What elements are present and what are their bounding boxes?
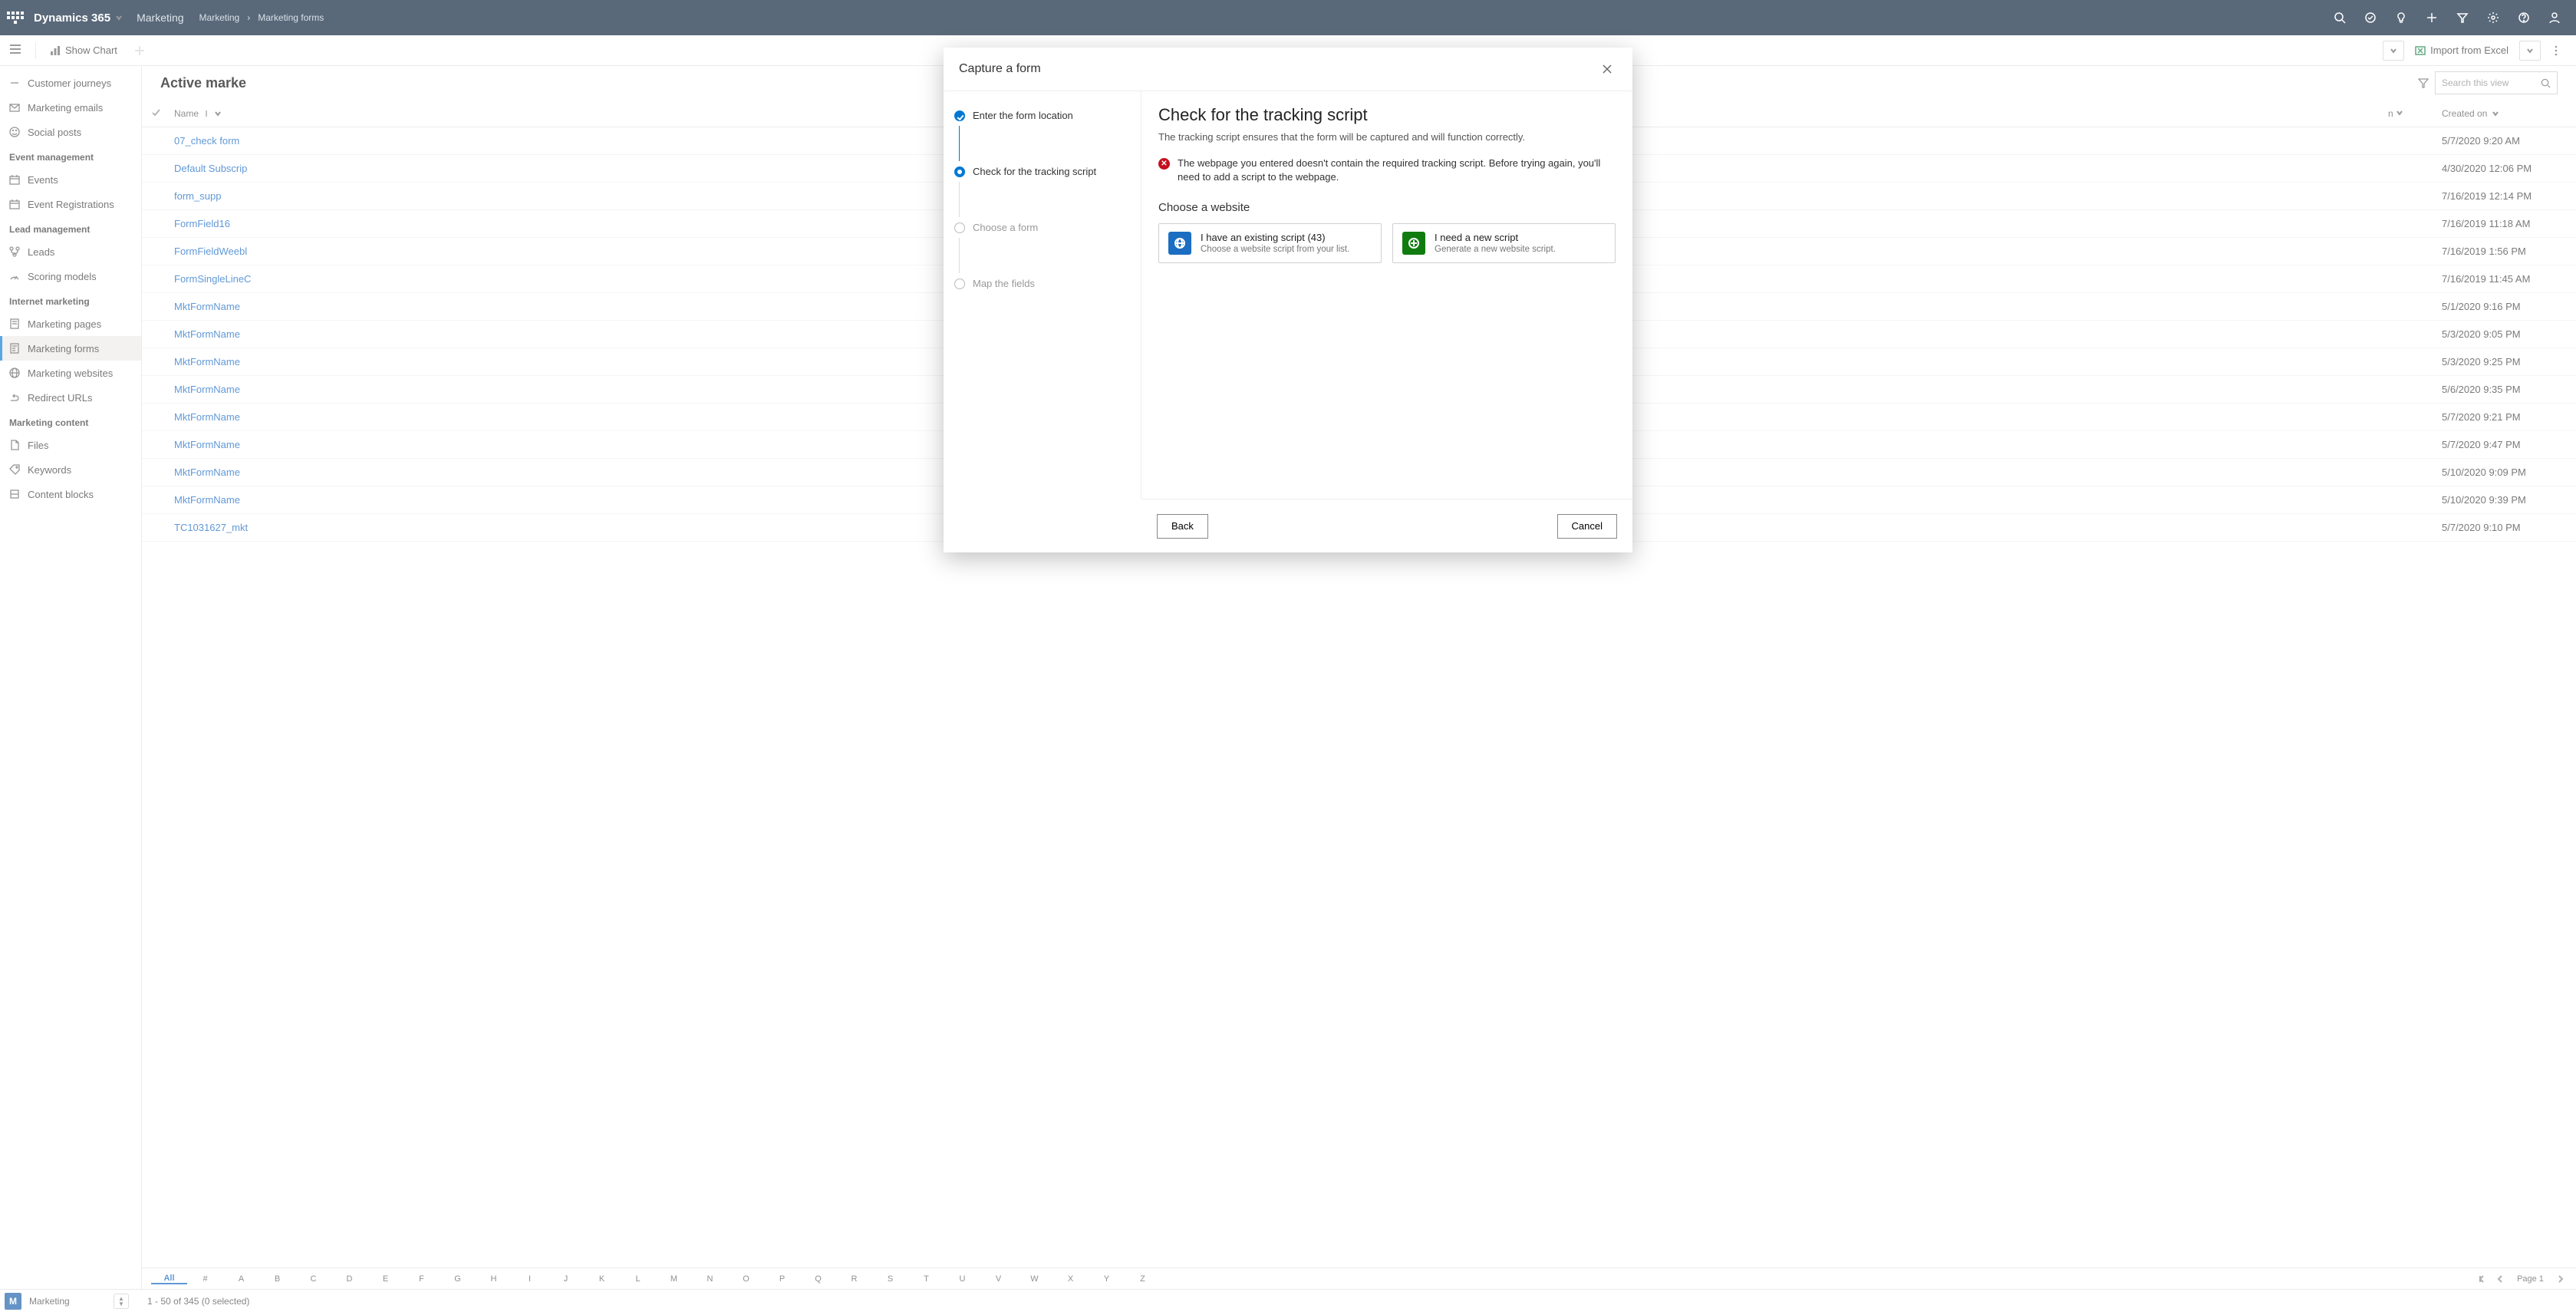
cancel-button[interactable]: Cancel (1557, 514, 1617, 539)
close-button[interactable] (1597, 59, 1617, 79)
choose-website-label: Choose a website (1158, 201, 1616, 214)
card-subtitle: Choose a website script from your list. (1201, 245, 1349, 254)
card-subtitle: Generate a new website script. (1435, 245, 1556, 254)
card-title: I have an existing script (43) (1201, 232, 1349, 243)
back-button[interactable]: Back (1157, 514, 1208, 539)
error-icon: ✕ (1158, 158, 1170, 170)
error-message: ✕ The webpage you entered doesn't contai… (1158, 157, 1616, 184)
step-enter-location[interactable]: Enter the form location (951, 105, 1133, 126)
panel-subtext: The tracking script ensures that the for… (1158, 131, 1616, 143)
add-icon (1402, 232, 1425, 255)
wizard-panel: Check for the tracking script The tracki… (1141, 91, 1632, 499)
dialog-title: Capture a form (959, 62, 1041, 76)
step-choose-form: Choose a form (951, 217, 1133, 238)
step-map-fields: Map the fields (951, 273, 1133, 294)
new-script-card[interactable]: I need a new script Generate a new websi… (1392, 223, 1616, 263)
dialog-footer: Back Cancel (1141, 499, 1632, 552)
capture-form-dialog: Capture a form Enter the form location C… (944, 48, 1632, 552)
panel-heading: Check for the tracking script (1158, 105, 1616, 125)
step-check-script[interactable]: Check for the tracking script (951, 161, 1133, 182)
card-title: I need a new script (1435, 232, 1556, 243)
wizard-steps: Enter the form location Check for the tr… (944, 91, 1141, 499)
globe-icon (1168, 232, 1191, 255)
existing-script-card[interactable]: I have an existing script (43) Choose a … (1158, 223, 1382, 263)
